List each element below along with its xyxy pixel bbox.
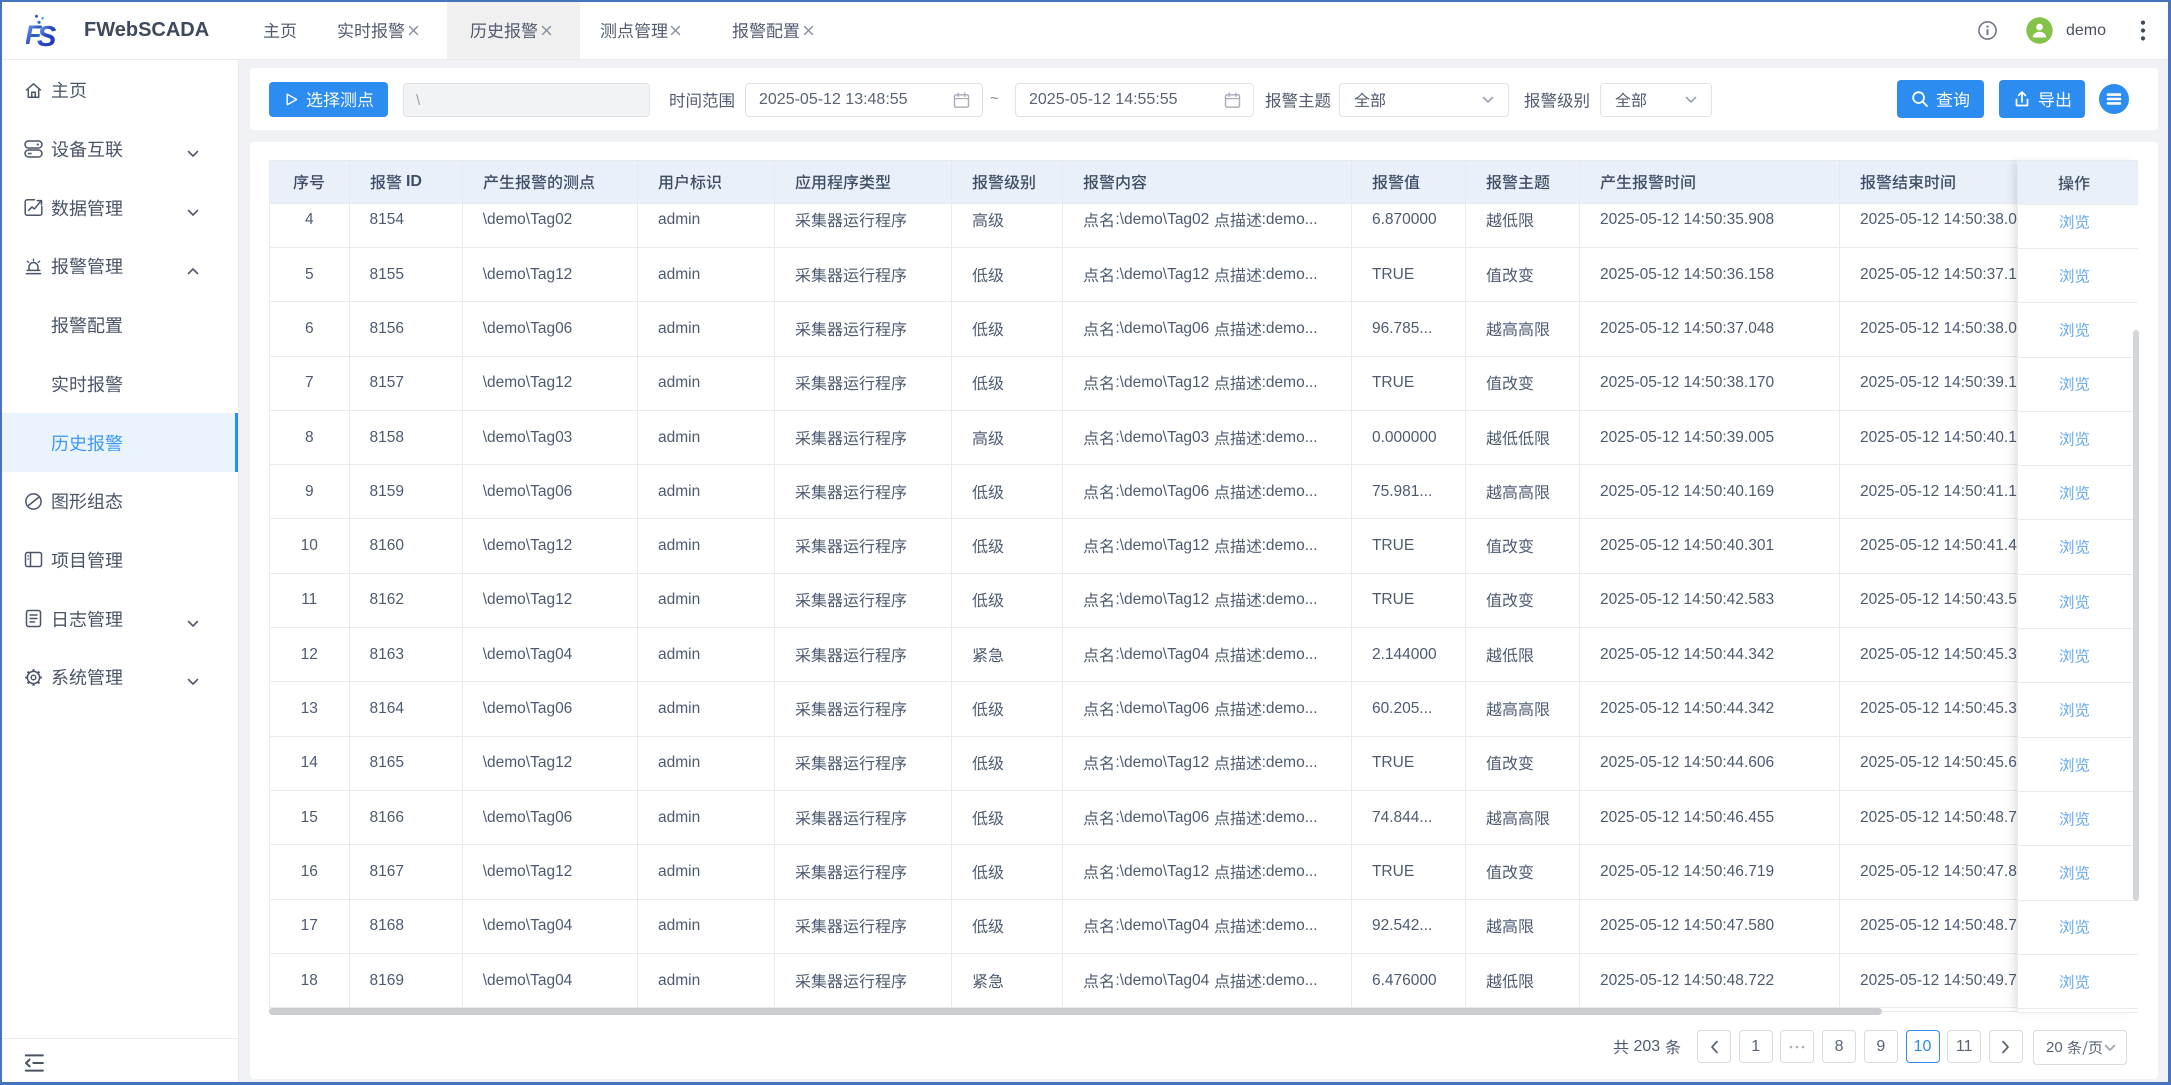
svg-text:S: S [37, 21, 57, 50]
